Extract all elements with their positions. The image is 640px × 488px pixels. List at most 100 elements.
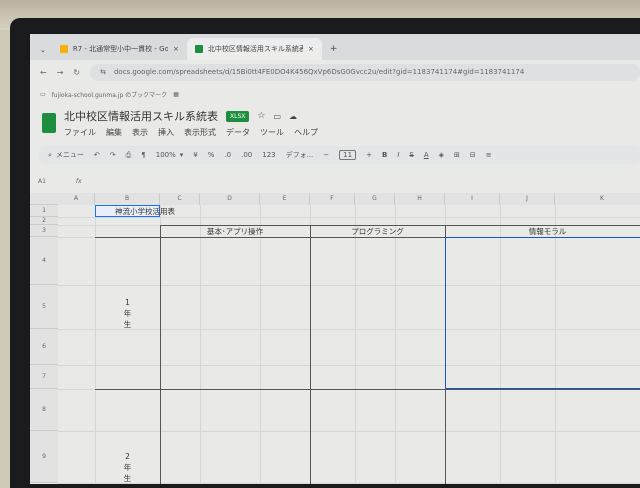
menu-bar: ファイル 編集 表示 挿入 表示形式 データ ツール ヘルプ xyxy=(64,127,318,138)
url-bar[interactable]: ⇆ docs.google.com/spreadsheets/d/15Bi0tt4… xyxy=(90,63,640,81)
column-header-E[interactable]: E xyxy=(260,193,310,205)
doc-title[interactable]: 北中校区情報活用スキル系統表 xyxy=(64,108,218,124)
italic-button[interactable]: I xyxy=(397,151,399,159)
menu-insert[interactable]: 挿入 xyxy=(158,127,174,138)
tab-bar: ⌄ R7 - 北通常型小中一貫校 - Go... × 北中校区情報活用スキル系統表… xyxy=(30,34,640,60)
select-all-corner[interactable] xyxy=(30,193,58,205)
chevron-down-icon[interactable]: ▾ xyxy=(180,151,184,159)
menu-help[interactable]: ヘルプ xyxy=(294,127,318,138)
font-size-increase[interactable]: + xyxy=(366,151,372,159)
row-header-2[interactable]: 2 xyxy=(30,217,58,225)
redo-icon[interactable]: ↷ xyxy=(110,151,116,159)
column-header-B[interactable]: B xyxy=(95,193,160,205)
cell-a1-text: 神流小学校活用表 xyxy=(115,206,175,216)
close-icon[interactable]: × xyxy=(173,45,179,53)
row-header-5[interactable]: 5 xyxy=(30,285,58,329)
row-header-7[interactable]: 7 xyxy=(30,365,58,389)
toolbar: ⌕ メニュー ↶ ↷ ⎙ ¶ 100% ▾ ¥ % .0 .00 123 デフォ..… xyxy=(38,146,640,164)
new-tab-button[interactable]: + xyxy=(322,44,346,60)
row-header-3[interactable]: 3 xyxy=(30,225,58,237)
header-cell: 基本･アプリ操作 xyxy=(206,226,264,236)
bookmark-folder[interactable]: fujioka-school.gunma.jp のブックマーク xyxy=(52,90,168,99)
table-border xyxy=(95,389,640,390)
paint-format-icon[interactable]: ¶ xyxy=(141,151,145,159)
column-header-C[interactable]: C xyxy=(160,193,200,205)
menu-edit[interactable]: 編集 xyxy=(106,127,122,138)
table-border xyxy=(310,225,311,484)
number-format-button[interactable]: 123 xyxy=(262,151,275,159)
merge-cells-icon[interactable]: ⊟ xyxy=(470,151,476,159)
menu-view[interactable]: 表示 xyxy=(132,127,148,138)
back-icon[interactable]: ← xyxy=(40,68,47,77)
move-folder-icon[interactable]: ▭ xyxy=(273,112,281,121)
screen: ⌄ R7 - 北通常型小中一貫校 - Go... × 北中校区情報活用スキル系統表… xyxy=(30,34,640,484)
row-header-8[interactable]: 8 xyxy=(30,389,58,431)
row-header-4[interactable]: 4 xyxy=(30,237,58,285)
column-header-K[interactable]: K xyxy=(555,193,640,205)
header-cell: 情報モラル xyxy=(528,226,567,236)
tab-sheets[interactable]: 北中校区情報活用スキル系統表 × xyxy=(186,38,322,60)
row-header-6[interactable]: 6 xyxy=(30,329,58,365)
url-text: docs.google.com/spreadsheets/d/15Bi0tt4F… xyxy=(113,68,525,76)
menu-search[interactable]: メニュー xyxy=(56,150,84,160)
column-header-J[interactable]: J xyxy=(500,193,555,205)
sheets-logo-icon[interactable] xyxy=(42,113,56,133)
tab-list-icon[interactable]: ⌄ xyxy=(34,46,52,60)
undo-icon[interactable]: ↶ xyxy=(94,151,100,159)
percent-button[interactable]: % xyxy=(208,151,215,159)
reload-icon[interactable]: ↻ xyxy=(73,68,80,77)
bold-button[interactable]: B xyxy=(382,151,387,159)
print-icon[interactable]: ⎙ xyxy=(126,151,132,160)
gridline xyxy=(58,431,640,432)
menu-format[interactable]: 表示形式 xyxy=(184,127,216,138)
fx-icon: fx xyxy=(75,177,82,185)
currency-button[interactable]: ¥ xyxy=(193,151,197,159)
borders-icon[interactable]: ⊞ xyxy=(454,151,460,159)
zoom-select[interactable]: 100% xyxy=(156,151,176,159)
fill-color-icon[interactable]: ◈ xyxy=(439,151,444,159)
folder-icon: ▭ xyxy=(40,90,46,98)
font-select[interactable]: デフォ... xyxy=(286,150,314,160)
row-header-9[interactable]: 9 xyxy=(30,431,58,483)
align-icon[interactable]: ≡ xyxy=(486,151,492,159)
gridline xyxy=(355,205,356,484)
star-icon[interactable]: ☆ xyxy=(257,111,265,121)
gridline xyxy=(260,205,261,484)
font-size-input[interactable]: 11 xyxy=(339,150,357,160)
tab-label: R7 - 北通常型小中一貫校 - Go... xyxy=(72,45,168,53)
column-header-G[interactable]: G xyxy=(355,193,395,205)
name-box[interactable]: A1 xyxy=(38,178,46,185)
increase-decimal-button[interactable]: .00 xyxy=(241,151,252,159)
formula-bar: A1 fx xyxy=(30,174,640,188)
table-border xyxy=(160,225,161,484)
site-info-icon[interactable]: ⇆ xyxy=(100,68,106,76)
column-header-D[interactable]: D xyxy=(200,193,260,205)
decrease-decimal-button[interactable]: .0 xyxy=(224,151,231,159)
gridline xyxy=(200,205,201,484)
font-size-decrease[interactable]: − xyxy=(323,151,329,159)
tab-drive[interactable]: R7 - 北通常型小中一貫校 - Go... × xyxy=(52,38,187,60)
address-row: ← → ↻ ⇆ docs.google.com/spreadsheets/d/15… xyxy=(30,60,640,84)
forward-icon[interactable]: → xyxy=(57,68,64,77)
menu-tools[interactable]: ツール xyxy=(260,127,284,138)
gridline xyxy=(58,217,640,218)
grade-label-2: 2 年 生 xyxy=(123,452,132,483)
column-header-A[interactable]: A xyxy=(58,193,95,205)
header-cell: プログラミング xyxy=(351,226,404,236)
strikethrough-button[interactable]: S xyxy=(409,151,413,159)
bookmarks-bar: ▭ fujioka-school.gunma.jp のブックマーク ▦ xyxy=(30,84,640,104)
selected-range[interactable] xyxy=(445,237,640,389)
tab-label: 北中校区情報活用スキル系統表 xyxy=(207,45,303,53)
column-header-F[interactable]: F xyxy=(310,193,355,205)
close-icon[interactable]: × xyxy=(308,45,314,53)
apps-grid-icon[interactable]: ▦ xyxy=(173,91,179,98)
menu-file[interactable]: ファイル xyxy=(64,127,96,138)
search-icon[interactable]: ⌕ xyxy=(48,151,52,160)
menu-data[interactable]: データ xyxy=(226,127,250,138)
column-header-I[interactable]: I xyxy=(445,193,500,205)
cloud-status-icon[interactable]: ☁ xyxy=(289,112,297,121)
doc-header: 北中校区情報活用スキル系統表 XLSX ☆ ▭ ☁ ファイル 編集 表示 挿入 … xyxy=(30,104,640,138)
text-color-button[interactable]: A xyxy=(424,151,429,159)
column-header-H[interactable]: H xyxy=(395,193,445,205)
row-header-1[interactable]: 1 xyxy=(30,205,58,217)
